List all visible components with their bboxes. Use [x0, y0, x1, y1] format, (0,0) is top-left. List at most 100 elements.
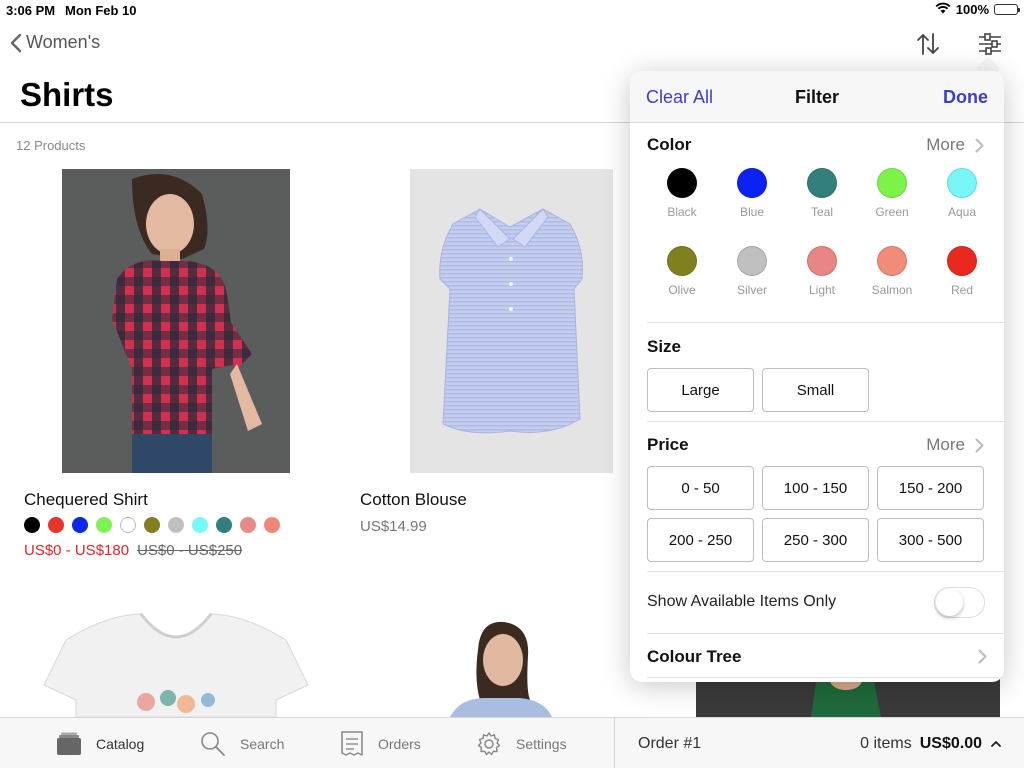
bottom-tab-bar: Catalog Search Orders Settings Order #1 … [0, 717, 1024, 768]
color-dot [807, 168, 837, 198]
filter-button[interactable] [976, 30, 1004, 58]
status-bar: 3:06 PM Mon Feb 10 100% [0, 0, 1024, 20]
color-label: Blue [739, 205, 765, 219]
swatch-salmon[interactable] [264, 517, 280, 533]
color-dot [877, 168, 907, 198]
color-option-light[interactable]: Light [787, 246, 857, 297]
tab-label: Search [240, 735, 285, 752]
colour-tree-label: Colour Tree [647, 647, 742, 666]
original-price: US$0 - US$250 [137, 542, 243, 559]
tab-search[interactable]: Search [200, 718, 284, 768]
more-label: More [926, 435, 965, 454]
product-name[interactable]: Cotton Blouse [360, 490, 467, 510]
color-option-silver[interactable]: Silver [717, 246, 787, 297]
chevron-right-icon [975, 438, 984, 452]
color-option-aqua[interactable]: Aqua [927, 168, 997, 219]
product-count: 12 Products [16, 138, 86, 153]
color-label: Olive [668, 283, 696, 297]
color-dot [737, 246, 767, 276]
order-summary-button[interactable]: 0 items US$0.00 [860, 735, 1002, 753]
sort-button[interactable] [914, 30, 942, 58]
back-button[interactable]: Women's [10, 32, 100, 53]
price-more-button[interactable]: More [926, 435, 984, 455]
color-dot [947, 168, 977, 198]
tab-catalog[interactable]: Catalog [56, 718, 144, 768]
nav-actions [914, 30, 1004, 58]
search-icon [201, 731, 225, 756]
available-only-toggle[interactable] [934, 587, 985, 618]
color-dot [667, 246, 697, 276]
available-only-label: Show Available Items Only [647, 593, 837, 610]
chevron-right-icon [975, 138, 984, 152]
swatch-blue[interactable] [72, 517, 88, 533]
swatch-aqua[interactable] [192, 517, 208, 533]
size-chip-small[interactable]: Small [762, 368, 869, 412]
section-divider [647, 421, 1004, 422]
price-chip[interactable]: 250 - 300 [762, 518, 869, 562]
size-section-title: Size [647, 337, 682, 356]
color-dot [737, 168, 767, 198]
orders-icon [341, 730, 363, 756]
color-section-title: Color [647, 135, 692, 154]
tab-label: Orders [378, 735, 421, 752]
color-option-teal[interactable]: Teal [787, 168, 857, 219]
wifi-icon [935, 2, 951, 17]
model-photo [112, 174, 262, 473]
color-option-red[interactable]: Red [927, 246, 997, 297]
color-label: Red [950, 283, 973, 297]
product-image-tshirt[interactable] [36, 600, 316, 717]
product-name[interactable]: Chequered Shirt [24, 490, 148, 510]
color-dot [947, 246, 977, 276]
swatch-red[interactable] [48, 517, 64, 533]
swatch-black[interactable] [24, 517, 40, 533]
tab-orders[interactable]: Orders [340, 718, 421, 768]
more-label: More [926, 135, 965, 154]
chevron-up-icon [991, 741, 1001, 747]
swatch-olive[interactable] [144, 517, 160, 533]
swatch-teal[interactable] [216, 517, 232, 533]
done-button[interactable]: Done [943, 87, 988, 108]
product-price: US$0 - US$180 US$0 - US$250 [24, 542, 242, 559]
filter-sliders-icon [979, 33, 1001, 55]
sale-price: US$0 - US$180 [24, 542, 130, 559]
tab-settings[interactable]: Settings [476, 718, 567, 768]
section-divider [647, 571, 1004, 572]
page-title: Shirts [20, 76, 114, 113]
price-chip[interactable]: 300 - 500 [877, 518, 984, 562]
color-option-blue[interactable]: Blue [717, 168, 787, 219]
product-price: US$14.99 [360, 518, 427, 535]
swatch-white[interactable] [120, 517, 136, 533]
sort-icon [917, 33, 939, 55]
status-time: 3:06 PM [6, 3, 56, 18]
portrait-photo [450, 621, 552, 717]
product-swatches [24, 517, 280, 533]
order-items: 0 items [860, 735, 912, 752]
color-option-olive[interactable]: Olive [647, 246, 717, 297]
color-more-button[interactable]: More [926, 135, 984, 155]
battery-icon [994, 4, 1020, 15]
color-label: Silver [736, 283, 767, 297]
swatch-green[interactable] [96, 517, 112, 533]
price-section-title: Price [647, 435, 689, 454]
colour-tree-row[interactable]: Colour Tree [647, 647, 987, 671]
price-chip[interactable]: 0 - 50 [647, 466, 754, 510]
order-label: Order #1 [638, 735, 702, 752]
status-date: Mon Feb 10 [65, 3, 137, 18]
product-image-cotton-blouse[interactable] [410, 169, 613, 473]
swatch-light[interactable] [240, 517, 256, 533]
price-chip[interactable]: 200 - 250 [647, 518, 754, 562]
color-dot [807, 246, 837, 276]
color-option-black[interactable]: Black [647, 168, 717, 219]
size-chip-large[interactable]: Large [647, 368, 754, 412]
price-chip[interactable]: 150 - 200 [877, 466, 984, 510]
color-option-green[interactable]: Green [857, 168, 927, 219]
battery-percent: 100% [955, 2, 989, 17]
tshirt-photo [43, 613, 309, 717]
price-chip[interactable]: 100 - 150 [762, 466, 869, 510]
color-option-salmon[interactable]: Salmon [857, 246, 927, 297]
status-indicators: 100% [935, 2, 1020, 17]
section-divider [647, 322, 1004, 323]
product-image-woman-portrait[interactable] [440, 620, 560, 717]
swatch-silver[interactable] [168, 517, 184, 533]
product-image-chequered-shirt[interactable] [62, 169, 290, 473]
